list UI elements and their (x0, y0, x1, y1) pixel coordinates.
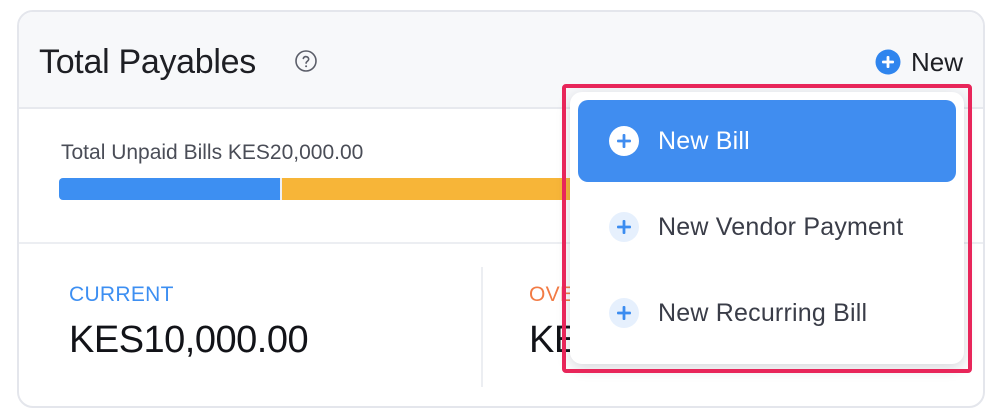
new-button-label: New (910, 46, 963, 77)
plus-circle-icon (609, 298, 639, 328)
unpaid-bills-label: Total Unpaid Bills KES20,000.00 (61, 141, 364, 164)
plus-circle-icon (609, 212, 639, 242)
progress-current-segment (59, 178, 281, 200)
plus-circle-icon (875, 49, 901, 75)
card-title: Total Payables (39, 43, 256, 81)
new-button[interactable]: New (875, 47, 963, 77)
unpaid-progress-bar (59, 178, 619, 200)
menu-item-new-vendor-payment[interactable]: New Vendor Payment (578, 186, 956, 268)
new-dropdown-menu: New Bill New Vendor Payment New Recurrin… (570, 92, 964, 364)
progress-overdue-segment (282, 178, 619, 200)
menu-item-label: New Bill (658, 126, 750, 155)
current-stat: CURRENT KES10,000.00 (19, 267, 483, 387)
current-stat-value: KES10,000.00 (69, 319, 309, 361)
menu-item-label: New Vendor Payment (658, 212, 904, 241)
menu-item-new-recurring-bill[interactable]: New Recurring Bill (578, 272, 956, 354)
current-stat-label: CURRENT (69, 283, 174, 306)
overdue-stat-label: OVE (529, 283, 575, 306)
menu-item-new-bill[interactable]: New Bill (578, 100, 956, 182)
menu-item-label: New Recurring Bill (658, 298, 868, 327)
plus-circle-icon (609, 126, 639, 156)
question-circle-icon[interactable] (294, 49, 318, 73)
